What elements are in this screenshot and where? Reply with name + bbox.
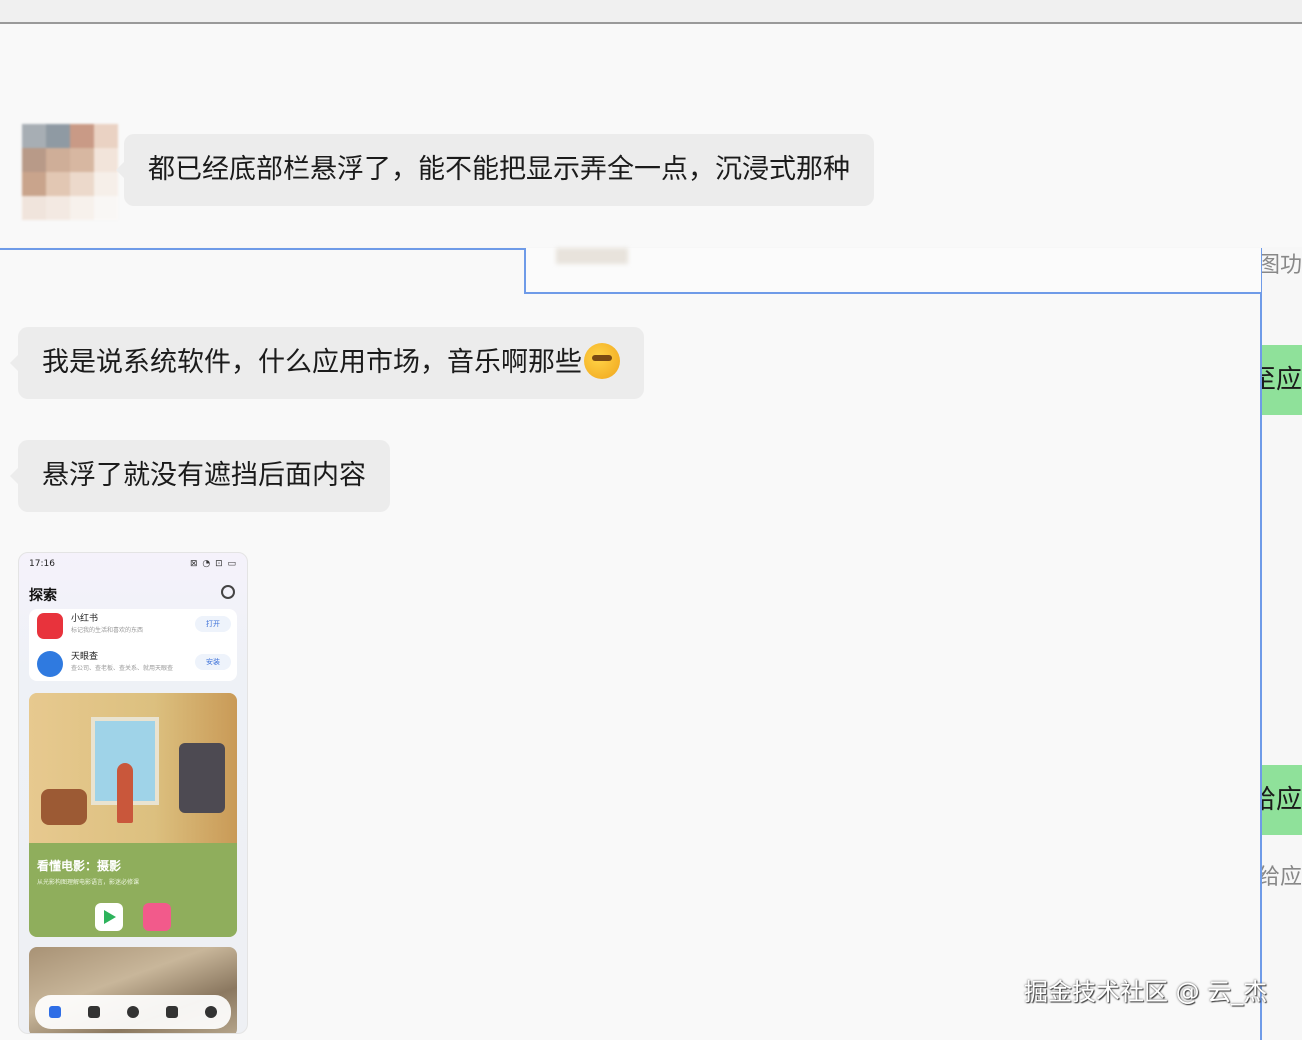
message-text: 悬浮了就没有遮挡后面内容 <box>42 460 366 491</box>
message-bubble[interactable]: 我是说系统软件，什么应用市场，音乐啊那些😵‍💫 <box>10 327 644 399</box>
watermark: 掘金技术社区 @ 云_杰 <box>1024 978 1268 1006</box>
message-bubble[interactable]: 都已经底部栏悬浮了，能不能把显示弄全一点，沉浸式那种 <box>116 134 874 206</box>
edge-text: 给应用 <box>1262 785 1302 815</box>
app-list-card: 小红书 标记我的生活和喜欢的东西 打开 天眼查 查公司、查老板、查关系、就用天眼… <box>29 609 237 681</box>
right-edge-strip: 图功 至应用 给应用 给应 <box>1262 247 1302 1032</box>
blurred-content <box>556 248 628 264</box>
banner-subtitle: 从光影构图理解电影语言，影迷必修课 <box>37 879 140 886</box>
green-bubble-edge[interactable]: 至应用 <box>1262 345 1302 415</box>
window-top-bar <box>0 0 1302 24</box>
dizzy-face-emoji-icon: 😵‍💫 <box>584 342 620 379</box>
green-bubble-edge[interactable]: 给应用 <box>1262 765 1302 835</box>
video-app-icon <box>95 903 123 931</box>
app-desc: 查公司、查老板、查关系、就用天眼查 <box>71 665 174 672</box>
floating-bottom-nav <box>35 995 231 1029</box>
games-icon <box>126 1006 139 1018</box>
camera-illustration <box>179 743 225 813</box>
bilibili-app-icon <box>143 903 171 931</box>
home-icon <box>48 1006 61 1018</box>
status-icons: ⊠ ◔ ⊡ ▭ <box>189 559 237 569</box>
app-name: 小红书 <box>71 614 99 624</box>
xiaohongshu-app-icon <box>37 613 63 639</box>
category-icon <box>166 1006 179 1018</box>
tianyancha-app-icon <box>37 651 63 677</box>
open-button: 打开 <box>195 616 231 632</box>
profile-icon <box>205 1006 218 1018</box>
edge-text: 给应 <box>1262 865 1302 890</box>
selection-overlay-inner <box>524 248 1263 294</box>
message-text: 我是说系统软件，什么应用市场，音乐啊那些 <box>42 347 582 378</box>
edge-text: 至应用 <box>1262 365 1302 395</box>
install-button: 安装 <box>195 654 231 670</box>
list-item: 天眼查 查公司、查老板、查关系、就用天眼查 安装 <box>37 649 231 681</box>
apps-icon <box>87 1006 100 1018</box>
page-title: 探索 <box>29 588 57 604</box>
banner-title: 看懂电影：摄影 <box>37 859 122 873</box>
status-time: 17:16 <box>29 559 55 569</box>
app-desc: 标记我的生活和喜欢的东西 <box>71 627 144 634</box>
message-text: 都已经底部栏悬浮了，能不能把显示弄全一点，沉浸式那种 <box>148 154 850 185</box>
list-item: 小红书 标记我的生活和喜欢的东西 打开 <box>37 611 231 643</box>
message-bubble[interactable]: 悬浮了就没有遮挡后面内容 <box>10 440 390 512</box>
avatar[interactable] <box>22 124 118 220</box>
edge-text: 图功 <box>1262 253 1302 278</box>
app-name: 天眼查 <box>71 652 99 662</box>
phone-screenshot-image[interactable]: 17:16 ⊠ ◔ ⊡ ▭ 探索 小红书 标记我的生活和喜欢的东西 打开 天眼查… <box>18 552 248 1034</box>
search-icon <box>221 585 235 599</box>
featured-banner: 看懂电影：摄影 从光影构图理解电影语言，影迷必修课 <box>29 693 237 937</box>
